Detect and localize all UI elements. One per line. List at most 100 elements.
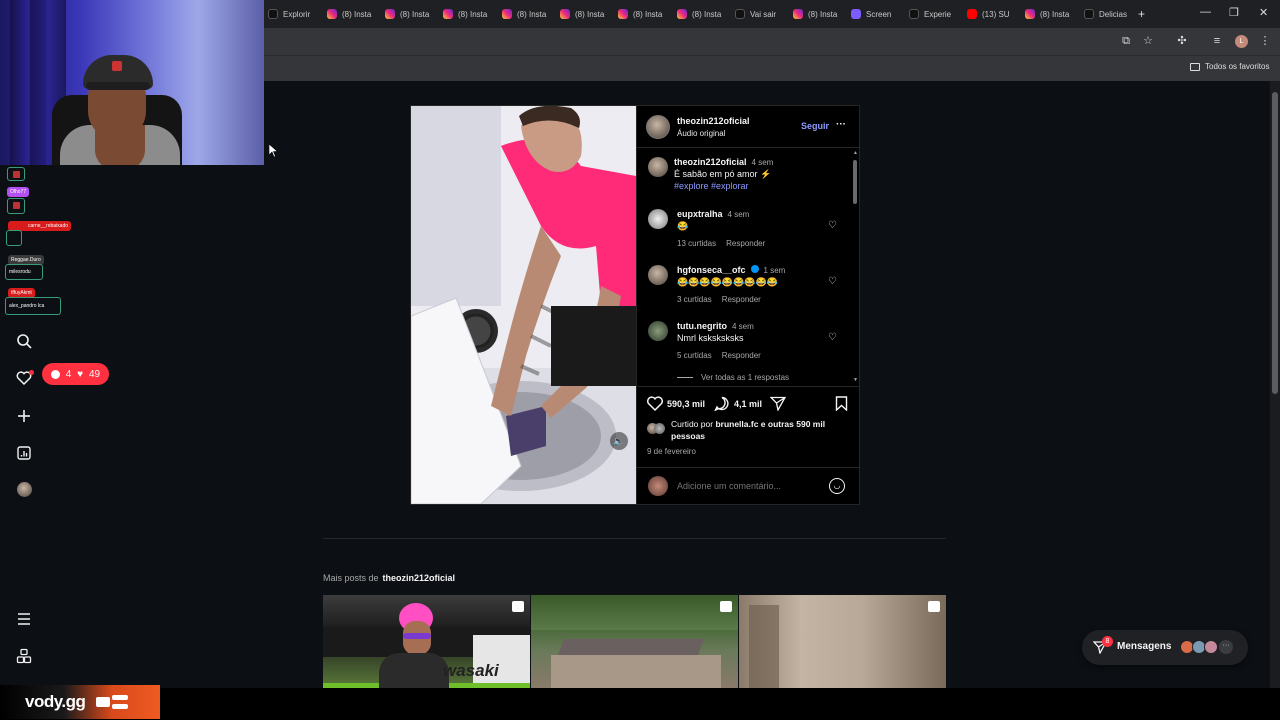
caption-hashtags[interactable]: #explore #explorar: [674, 181, 749, 191]
comment-avatar[interactable]: [648, 265, 668, 285]
apps-icon[interactable]: [16, 648, 32, 664]
browser-tab[interactable]: Vai sair: [735, 5, 787, 23]
browser-menu-icon[interactable]: ⋮: [1259, 35, 1271, 47]
instagram-icon: [1025, 9, 1035, 19]
mute-icon[interactable]: 🔈: [610, 432, 628, 450]
browser-tab[interactable]: (8) Insta: [443, 5, 495, 23]
comment-like-icon[interactable]: ♡: [828, 276, 837, 287]
instagram-icon: [560, 9, 570, 19]
notification-pill[interactable]: 4 ♥ 49: [42, 363, 109, 385]
install-app-icon[interactable]: ⧉: [1120, 35, 1132, 47]
caption-header: theozin212oficial 4 sem: [674, 157, 774, 167]
tiktok-icon: [735, 9, 745, 19]
browser-tab[interactable]: Delicias: [1084, 5, 1136, 23]
follow-button[interactable]: Seguir: [801, 121, 829, 131]
scrollbar-thumb[interactable]: [1272, 92, 1278, 394]
tiktok-icon: [1084, 9, 1094, 19]
caption-avatar[interactable]: [648, 157, 668, 177]
dashboard-icon[interactable]: [16, 445, 32, 461]
comments-scrollbar[interactable]: ▲ ▼: [852, 150, 858, 385]
browser-tab[interactable]: (8) Insta: [1025, 5, 1077, 23]
more-posts-heading: Mais posts de theozin212oficial: [323, 573, 456, 583]
extensions-icon[interactable]: ✣: [1176, 35, 1188, 47]
close-icon[interactable]: ✕: [1259, 6, 1268, 19]
reel-icon: [928, 601, 940, 612]
overlay-name-frame: alex_pandro lca: [5, 297, 61, 315]
emoji-icon[interactable]: ◡: [829, 478, 845, 494]
save-bookmark-icon[interactable]: [835, 396, 848, 411]
more-options-icon[interactable]: ···: [836, 119, 846, 130]
heart-icon: ♥: [77, 368, 84, 380]
profile-avatar-nav[interactable]: [17, 482, 32, 497]
comment-input-divider: [637, 467, 859, 468]
mouse-cursor-icon: [269, 144, 278, 158]
view-replies-link[interactable]: Ver todas as 1 respostas: [677, 373, 789, 382]
comment-actions: 5 curtidas Responder: [677, 351, 761, 360]
tiktok-icon: [909, 9, 919, 19]
comment-header: hgfonseca__ofc 1 sem: [677, 265, 786, 275]
post-video[interactable]: 🔈: [411, 106, 636, 504]
comment-avatar[interactable]: [648, 321, 668, 341]
browser-tab[interactable]: Experie: [909, 5, 961, 23]
browser-tab[interactable]: (8) Insta: [327, 5, 379, 23]
browser-tab[interactable]: (8) Insta: [677, 5, 729, 23]
comment-icon: [50, 369, 60, 379]
search-icon[interactable]: [16, 333, 32, 349]
comment-text: 😂: [677, 221, 689, 231]
all-bookmarks-button[interactable]: Todos os favoritos: [1190, 62, 1269, 71]
notification-dot: [29, 370, 34, 375]
instagram-icon: [502, 9, 512, 19]
instagram-icon: [443, 9, 453, 19]
comment-actions: 13 curtidas Responder: [677, 239, 766, 248]
like-button[interactable]: 590,3 mil: [647, 396, 705, 411]
comment-actions: 3 curtidas Responder: [677, 295, 761, 304]
header-divider: [637, 147, 859, 148]
comment-like-icon[interactable]: ♡: [828, 332, 837, 343]
section-divider: [323, 538, 946, 539]
overlay-avatar-frame: [6, 230, 22, 246]
more-menu-icon[interactable]: [16, 611, 32, 627]
overlay-name-frame: milesrodu: [5, 264, 43, 280]
author-avatar[interactable]: [646, 115, 670, 139]
add-comment-input[interactable]: [677, 478, 817, 494]
comment-text: 😂😂😂😂😂😂😂😂😂: [677, 277, 778, 287]
comment-button[interactable]: 4,1 mil: [714, 396, 762, 411]
browser-tab[interactable]: (8) Insta: [560, 5, 612, 23]
youtube-icon: [967, 9, 977, 19]
browser-tab[interactable]: (8) Insta: [793, 5, 845, 23]
more-post-thumbnail[interactable]: [531, 595, 738, 688]
caption-text: É sabão em pó amor ⚡: [674, 169, 772, 179]
new-tab-button[interactable]: +: [1138, 5, 1150, 23]
messages-button[interactable]: 8 Mensagens ···: [1082, 630, 1248, 665]
comment-like-icon[interactable]: ♡: [828, 220, 837, 231]
browser-tab[interactable]: (8) Insta: [618, 5, 670, 23]
more-post-thumbnail[interactable]: [739, 595, 946, 688]
minimize-icon[interactable]: —: [1200, 6, 1211, 18]
share-icon[interactable]: [770, 396, 786, 411]
own-avatar: [648, 476, 668, 496]
restore-icon[interactable]: ❐: [1229, 6, 1239, 19]
browser-tab[interactable]: (8) Insta: [385, 5, 437, 23]
comment-avatar[interactable]: [648, 209, 668, 229]
browser-tab[interactable]: (13) SU: [967, 5, 1019, 23]
bookmark-star-icon[interactable]: ☆: [1142, 35, 1154, 47]
taskbar: [0, 688, 1280, 720]
browser-tab[interactable]: Screen: [851, 5, 903, 23]
author-username[interactable]: theozin212oficial: [677, 116, 750, 126]
actions-divider: [637, 386, 859, 387]
profile-avatar[interactable]: L: [1235, 35, 1248, 48]
instagram-icon: [618, 9, 628, 19]
audio-label[interactable]: Áudio original: [677, 129, 725, 138]
instagram-icon: [385, 9, 395, 19]
create-icon[interactable]: [16, 408, 32, 424]
browser-tab[interactable]: Explorir: [268, 5, 320, 23]
browser-tab[interactable]: (8) Insta: [502, 5, 554, 23]
folder-icon: [1190, 62, 1200, 71]
media-control-icon[interactable]: ≡: [1211, 35, 1223, 47]
overlay-avatar-frame: [7, 167, 25, 181]
liked-by-avatars: [647, 423, 667, 435]
more-post-thumbnail[interactable]: wasaki: [323, 595, 530, 688]
overlay-avatar-frame: [7, 198, 25, 214]
video-frame: [411, 106, 636, 504]
conversation-avatar: [1204, 640, 1218, 654]
